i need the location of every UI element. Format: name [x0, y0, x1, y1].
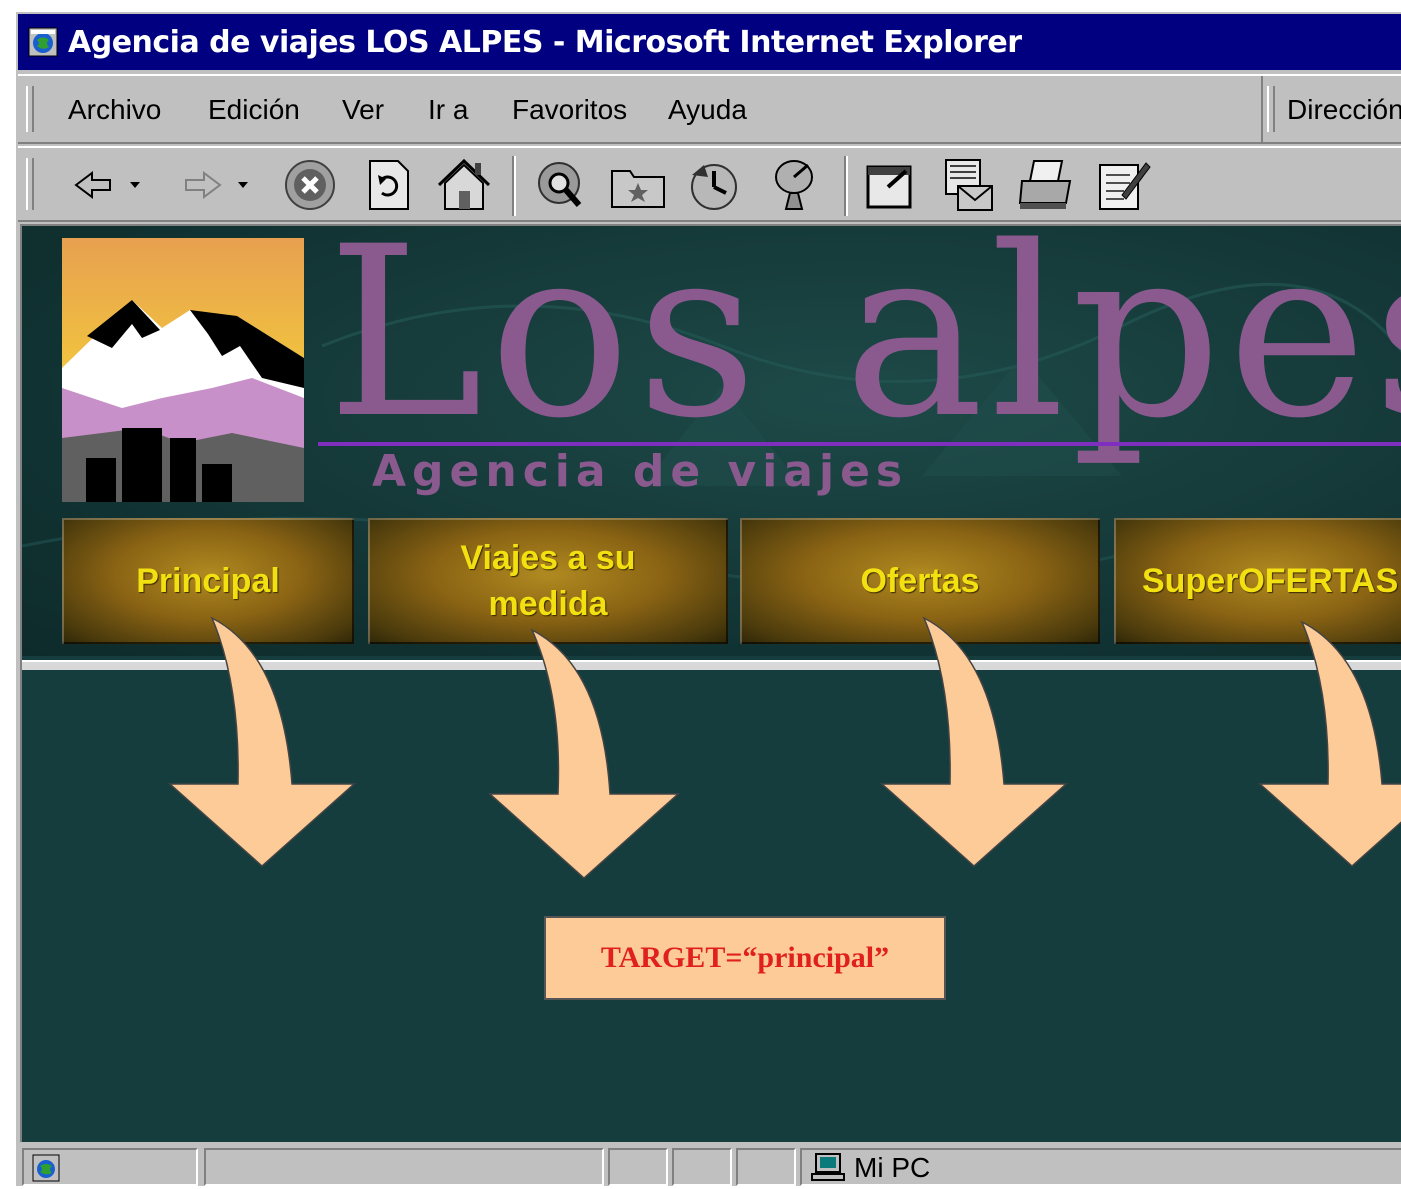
- toolbar-separator: [844, 156, 848, 216]
- channels-icon: [775, 160, 813, 210]
- refresh-icon: [369, 160, 409, 210]
- forward-button[interactable]: [178, 156, 258, 214]
- refresh-button[interactable]: [358, 156, 418, 214]
- channels-button[interactable]: [766, 156, 826, 214]
- menu-ver[interactable]: Ver: [342, 94, 384, 126]
- arrow-icon: [488, 628, 680, 880]
- menubar-grip[interactable]: [26, 86, 34, 132]
- banner-frame: Los alpes Agencia de viajes Principal Vi…: [22, 226, 1401, 656]
- target-annotation-text: TARGET=“principal”: [600, 941, 890, 974]
- status-pane-text: [204, 1148, 604, 1186]
- print-icon: [1018, 160, 1072, 209]
- computer-icon: [811, 1153, 845, 1181]
- browser-window: Agencia de viajes LOS ALPES - Microsoft …: [14, 10, 1401, 1186]
- target-annotation: TARGET=“principal”: [544, 916, 946, 1000]
- alps-logo: [62, 238, 304, 502]
- favorites-icon: [611, 170, 665, 208]
- edit-button[interactable]: [1094, 156, 1154, 214]
- nav-button-label: Viajes a su medida: [460, 539, 636, 623]
- print-button[interactable]: [1016, 156, 1076, 214]
- toolbar: [18, 146, 1401, 222]
- arrow-icon: [880, 616, 1068, 868]
- edit-icon: [1099, 162, 1151, 210]
- brand-subtitle: Agencia de viajes: [372, 446, 909, 497]
- toolbar-separator: [512, 156, 516, 216]
- page-icon: [32, 1154, 60, 1182]
- stop-button[interactable]: [280, 156, 340, 214]
- status-pane: [672, 1148, 732, 1186]
- title-bar[interactable]: Agencia de viajes LOS ALPES - Microsoft …: [18, 14, 1401, 70]
- home-icon: [437, 158, 491, 210]
- mail-button[interactable]: [938, 156, 998, 214]
- menu-bar: Archivo Edición Ver Ir a Favoritos Ayuda…: [18, 74, 1401, 144]
- window-title: Agencia de viajes LOS ALPES - Microsoft …: [68, 24, 1022, 60]
- forward-icon: [185, 171, 248, 199]
- zone-label: Mi PC: [854, 1152, 931, 1183]
- fullscreen-button[interactable]: [860, 156, 920, 214]
- page-content: Los alpes Agencia de viajes Principal Vi…: [20, 224, 1401, 1142]
- history-icon: [691, 164, 737, 210]
- stop-icon: [285, 160, 335, 210]
- home-button[interactable]: [434, 156, 494, 214]
- address-bar[interactable]: Dirección: [1261, 76, 1401, 142]
- back-button[interactable]: [70, 156, 150, 214]
- arrow-icon: [168, 616, 356, 868]
- menu-favoritos[interactable]: Favoritos: [512, 94, 627, 126]
- status-pane: [608, 1148, 668, 1186]
- nav-button-label: SuperOFERTAS: [1142, 562, 1399, 600]
- nav-button-label: Ofertas: [860, 562, 980, 600]
- favorites-button[interactable]: [608, 156, 668, 214]
- brand-logo-text: Los alpes: [327, 224, 1401, 470]
- history-button[interactable]: [684, 156, 744, 214]
- status-pane: [736, 1148, 796, 1186]
- ie-app-icon[interactable]: [28, 27, 58, 57]
- mail-icon: [945, 159, 993, 211]
- search-button[interactable]: [530, 156, 590, 214]
- status-pane-zone: Mi PC: [800, 1148, 1401, 1186]
- search-icon: [538, 162, 582, 207]
- toolbar-grip[interactable]: [26, 158, 34, 210]
- back-icon: [74, 171, 140, 199]
- menu-archivo[interactable]: Archivo: [68, 94, 161, 126]
- menu-ir-a[interactable]: Ir a: [428, 94, 468, 126]
- arrow-icon: [1258, 620, 1401, 868]
- status-pane-icon: [22, 1148, 198, 1186]
- status-bar: Mi PC: [18, 1142, 1401, 1186]
- nav-button-label: Principal: [136, 562, 280, 600]
- addressbar-grip[interactable]: [1267, 86, 1275, 132]
- fullscreen-icon: [866, 165, 912, 209]
- menu-edicion[interactable]: Edición: [208, 94, 300, 126]
- address-label: Dirección: [1287, 94, 1401, 125]
- menu-ayuda[interactable]: Ayuda: [668, 94, 747, 126]
